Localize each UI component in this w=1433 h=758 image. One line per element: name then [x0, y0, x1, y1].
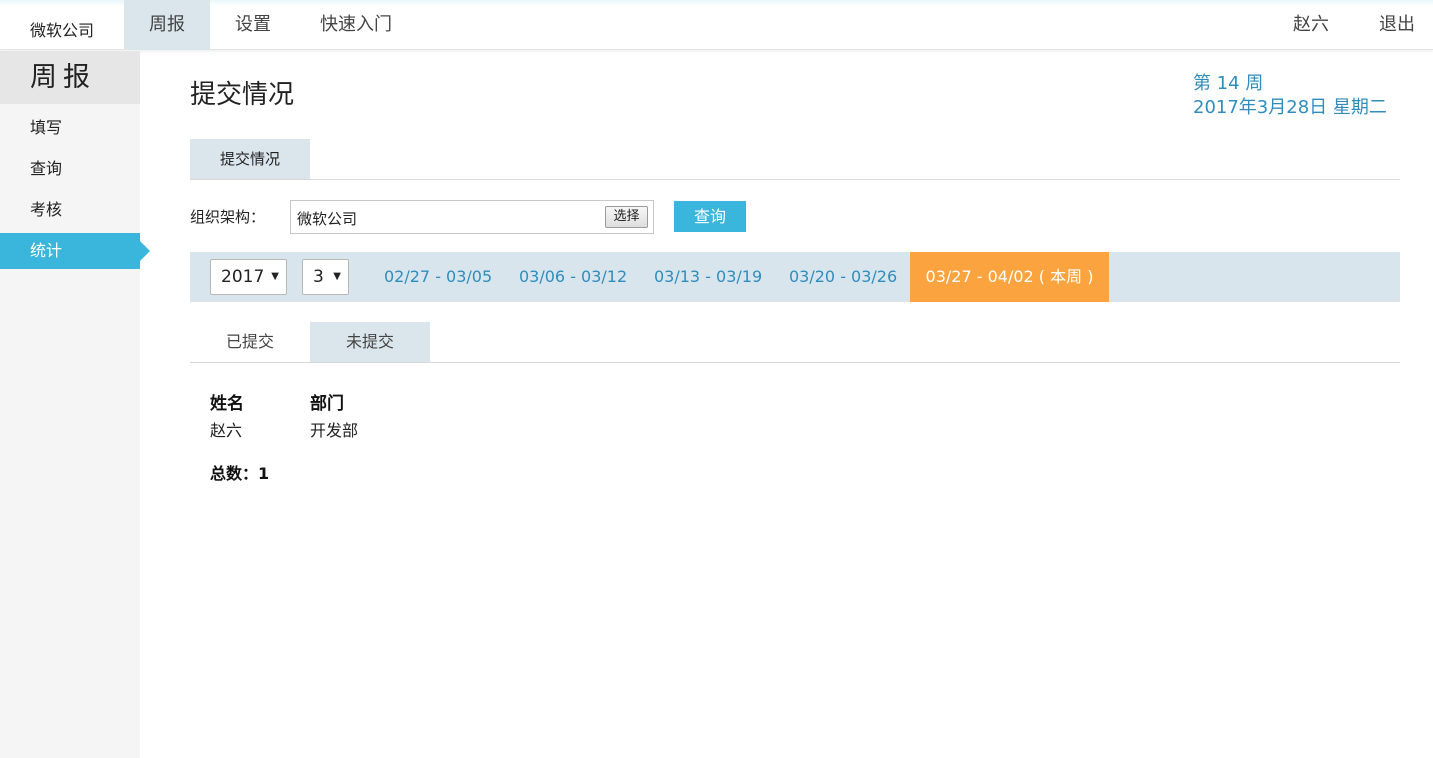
page-title: 提交情况 [190, 80, 295, 110]
tab-submission-status[interactable]: 提交情况 [190, 139, 310, 179]
nav-quick-start[interactable]: 快速入门 [300, 0, 412, 50]
query-button[interactable]: 查询 [674, 201, 746, 232]
week-link[interactable]: 03/20 - 03/26 [789, 252, 897, 302]
sidebar-item-label: 统计 [30, 241, 63, 260]
active-indicator-arrow-icon [140, 241, 150, 261]
table-cell-department: 开发部 [310, 421, 359, 440]
year-select[interactable]: 2017 ▼ [210, 259, 287, 295]
sidebar: 周报 填写 查询 考核 统计 [0, 51, 150, 758]
sidebar-item-fill[interactable]: 填写 [0, 110, 140, 146]
status-tabs: 已提交 未提交 [190, 322, 1400, 363]
nav-settings[interactable]: 设置 [210, 0, 296, 50]
table-cell-name: 赵六 [210, 421, 243, 440]
org-structure-value: 微软公司 [297, 210, 358, 228]
month-select[interactable]: 3 ▼ [302, 259, 349, 295]
nav-weekly-report[interactable]: 周报 [124, 0, 210, 50]
week-number: 第 14 周 [1193, 73, 1264, 94]
current-week-button[interactable]: 03/27 - 04/02 ( 本周 ) [910, 252, 1109, 302]
current-date: 2017年3月28日 星期二 [1193, 97, 1387, 118]
logout-link[interactable]: 退出 [1366, 0, 1428, 50]
week-link[interactable]: 02/27 - 03/05 [384, 252, 492, 302]
tab-unsubmitted[interactable]: 未提交 [310, 322, 430, 362]
week-link[interactable]: 03/13 - 03/19 [654, 252, 762, 302]
top-navigation: 微软公司 周报 设置 快速入门 赵六 退出 [0, 0, 1433, 50]
sidebar-item-review[interactable]: 考核 [0, 192, 140, 228]
company-name[interactable]: 微软公司 [30, 17, 94, 41]
total-count: 总数：1 [210, 464, 270, 483]
week-link[interactable]: 03/06 - 03/12 [519, 252, 627, 302]
chevron-down-icon: ▼ [333, 271, 341, 282]
week-selector-bar: 2017 ▼ 3 ▼ 02/27 - 03/05 03/06 - 03/12 0… [190, 252, 1400, 302]
tab-submitted[interactable]: 已提交 [190, 322, 310, 362]
user-name[interactable]: 赵六 [1280, 0, 1342, 50]
month-select-value: 3 [313, 267, 324, 287]
sidebar-item-statistics[interactable]: 统计 [0, 233, 150, 269]
org-structure-label: 组织架构： [190, 208, 266, 226]
sidebar-title: 周报 [0, 51, 140, 104]
year-select-value: 2017 [221, 267, 265, 287]
select-org-button[interactable]: 选择 [605, 206, 648, 228]
section-tabbar: 提交情况 [190, 139, 1400, 180]
sidebar-item-query[interactable]: 查询 [0, 151, 140, 187]
column-header-name: 姓名 [210, 394, 244, 414]
org-structure-field[interactable]: 微软公司 选择 [290, 200, 654, 234]
chevron-down-icon: ▼ [271, 271, 279, 282]
column-header-department: 部门 [310, 394, 344, 414]
current-week-info: 第 14 周 2017年3月28日 星期二 [1193, 72, 1387, 120]
